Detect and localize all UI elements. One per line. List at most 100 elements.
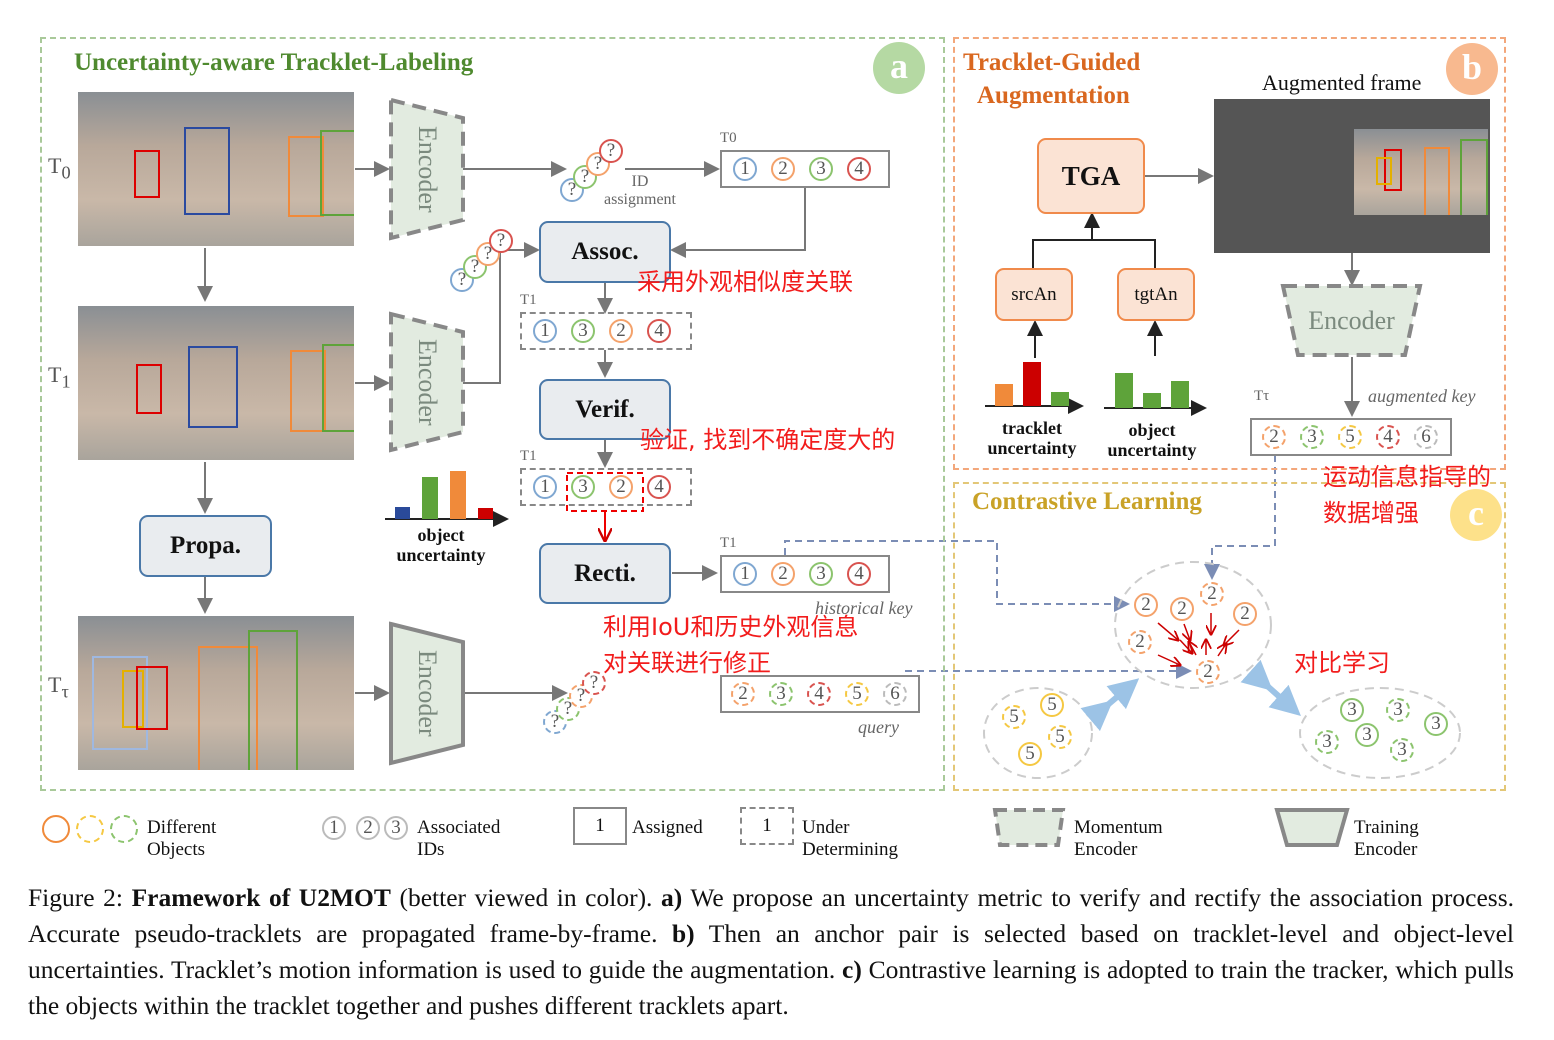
object-circle-icon bbox=[42, 815, 70, 843]
object-uncertainty-label-b: object uncertainty bbox=[1107, 420, 1197, 460]
id-circle: 3 bbox=[384, 816, 408, 840]
tgtan-block: tgtAn bbox=[1117, 268, 1195, 321]
panel-b-title-2: Augmentation bbox=[977, 82, 1130, 109]
id-circle: 5 bbox=[1002, 705, 1026, 729]
object-circle-icon bbox=[110, 815, 138, 843]
augmented-key-label: augmented key bbox=[1368, 386, 1476, 406]
id-circle: 6 bbox=[1414, 425, 1438, 449]
annotation-verif: 验证, 找到不确定度大的 bbox=[640, 426, 896, 454]
id-circle: 3 bbox=[1355, 723, 1379, 747]
id-circle: 3 bbox=[1315, 730, 1339, 754]
momentum-encoder-t0: Encoder bbox=[413, 125, 442, 213]
id-circle: 2 bbox=[1200, 582, 1224, 606]
frame-tt-image bbox=[78, 616, 354, 770]
id-circle: 3 bbox=[1340, 698, 1364, 722]
panel-b-title-1: Tracklet-Guided bbox=[963, 49, 1141, 76]
id-circle: ? bbox=[599, 139, 623, 163]
id-circle: 4 bbox=[647, 475, 671, 499]
id-circle: 3 bbox=[769, 682, 793, 706]
legend-assigned: Assigned bbox=[632, 817, 703, 838]
panel-a-badge: a bbox=[873, 42, 925, 94]
id-circle: 3 bbox=[809, 562, 833, 586]
figure: Uncertainty-aware Tracklet-Labeling a Tr… bbox=[0, 0, 1554, 1040]
id-circle: 4 bbox=[847, 157, 871, 181]
id-circle: 2 bbox=[1196, 660, 1220, 684]
tracklet-uncertainty-label: tracklet uncertainty bbox=[987, 418, 1077, 458]
id-circle: 1 bbox=[533, 319, 557, 343]
id-circle: 5 bbox=[1048, 725, 1072, 749]
id-circle: 4 bbox=[807, 682, 831, 706]
id-circle: 2 bbox=[1170, 597, 1194, 621]
panel-b-badge: b bbox=[1446, 43, 1498, 95]
id-circle: 3 bbox=[809, 157, 833, 181]
augmented-frame-label: Augmented frame bbox=[1262, 70, 1422, 95]
annotation-tga-1: 运动信息指导的 bbox=[1323, 463, 1491, 491]
panel-a-title: Uncertainty-aware Tracklet-Labeling bbox=[74, 49, 474, 76]
id-circle: 3 bbox=[1386, 698, 1410, 722]
id-circle: 3 bbox=[1424, 712, 1448, 736]
id-circle: 1 bbox=[533, 475, 557, 499]
annotation-assoc: 采用外观相似度关联 bbox=[637, 268, 853, 296]
id-circle: 5 bbox=[845, 682, 869, 706]
id-circle: 1 bbox=[733, 562, 757, 586]
legend-associated-ids: Associated IDs bbox=[417, 817, 501, 860]
legend-under-determining: Under Determining bbox=[802, 817, 899, 860]
query-label: query bbox=[858, 717, 899, 737]
id-circle: 2 bbox=[1128, 630, 1152, 654]
training-encoder-tt: Encoder bbox=[413, 650, 442, 737]
id-circle: 5 bbox=[1338, 425, 1362, 449]
panel-c-badge: c bbox=[1450, 489, 1502, 541]
id-circle: 6 bbox=[883, 682, 907, 706]
row-label-t0: T0 bbox=[720, 130, 737, 146]
id-circle: 4 bbox=[847, 562, 871, 586]
id-assignment-label: ID assignment bbox=[604, 173, 676, 208]
id-circle: 5 bbox=[1018, 742, 1042, 766]
object-circle-icon bbox=[76, 815, 104, 843]
legend-training-encoder: Training Encoder bbox=[1354, 817, 1419, 860]
object-uncertainty-label-a: object uncertainty bbox=[396, 525, 486, 565]
id-circle: 4 bbox=[647, 319, 671, 343]
momentum-encoder-b: Encoder bbox=[1308, 305, 1395, 335]
annotation-recti-2: 对关联进行修正 bbox=[603, 649, 771, 677]
id-circle: 3 bbox=[571, 475, 595, 499]
row-label-verif: T1 bbox=[520, 448, 537, 464]
frame-t0-image bbox=[78, 92, 354, 246]
row-label-recti: T1 bbox=[720, 535, 737, 551]
id-circle: 5 bbox=[1040, 693, 1064, 717]
frame-label-t1: T1 bbox=[48, 362, 71, 392]
id-circle: 2 bbox=[1262, 425, 1286, 449]
annotation-contrast: 对比学习 bbox=[1294, 649, 1390, 677]
id-circle: 2 bbox=[609, 475, 633, 499]
legend-assigned-box: 1 bbox=[573, 807, 627, 845]
momentum-encoder-t1: Encoder bbox=[413, 338, 442, 426]
id-circle: 2 bbox=[1134, 593, 1158, 617]
annotation-recti-1: 利用IoU和历史外观信息 bbox=[603, 613, 859, 641]
id-circle: 2 bbox=[771, 562, 795, 586]
id-circle: 3 bbox=[1300, 425, 1324, 449]
id-circle: 3 bbox=[571, 319, 595, 343]
id-circle: 2 bbox=[771, 157, 795, 181]
legend-under-determining-box: 1 bbox=[740, 807, 794, 845]
frame-label-tt: Tτ bbox=[48, 672, 69, 702]
id-circle: 1 bbox=[322, 816, 346, 840]
srcan-block: srcAn bbox=[995, 268, 1073, 321]
legend-different-objects: Different Objects bbox=[147, 817, 217, 860]
id-circle: 2 bbox=[1233, 602, 1257, 626]
id-circle: ? bbox=[582, 671, 606, 695]
propa-block: Propa. bbox=[139, 515, 272, 577]
id-circle: 4 bbox=[1376, 425, 1400, 449]
row-label-augmented: Tτ bbox=[1254, 388, 1270, 404]
recti-block: Recti. bbox=[539, 543, 671, 604]
frame-t1-image bbox=[78, 306, 354, 460]
annotation-tga-2: 数据增强 bbox=[1323, 499, 1419, 527]
id-circle: 2 bbox=[731, 682, 755, 706]
tga-block: TGA bbox=[1037, 138, 1145, 214]
row-label-assoc: T1 bbox=[520, 292, 537, 308]
id-circle: 2 bbox=[356, 816, 380, 840]
figure-caption: Figure 2: Framework of U2MOT (better vie… bbox=[28, 883, 1514, 1020]
panel-c-title: Contrastive Learning bbox=[972, 488, 1202, 515]
augmented-frame bbox=[1214, 99, 1490, 253]
id-circle: 1 bbox=[733, 157, 757, 181]
frame-label-t0: T0 bbox=[48, 153, 71, 183]
id-circle: 2 bbox=[609, 319, 633, 343]
